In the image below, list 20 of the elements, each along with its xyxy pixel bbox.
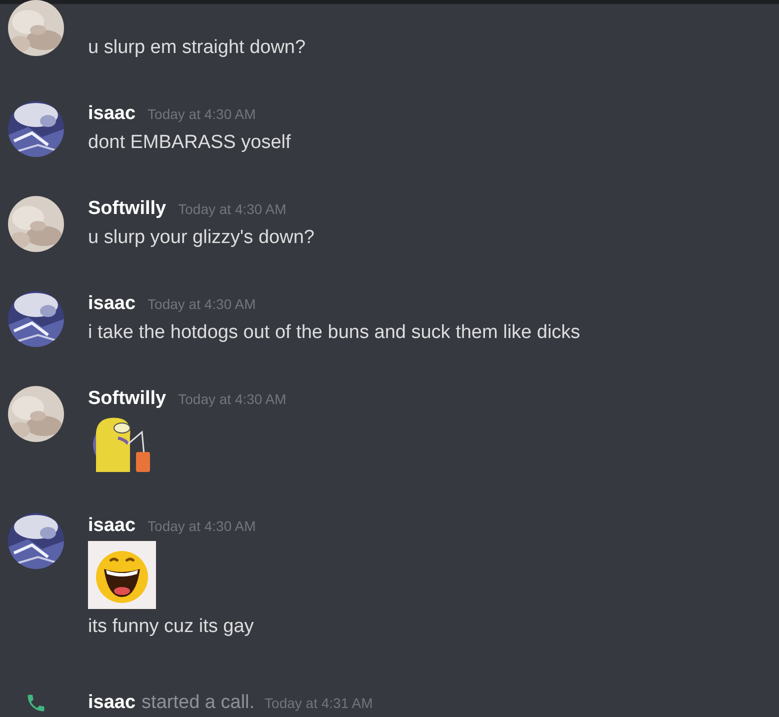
message-text: u slurp em straight down? xyxy=(88,36,306,60)
timestamp: Today at 4:30 AM xyxy=(178,390,286,409)
timestamp: Today at 4:30 AM xyxy=(148,295,256,314)
username[interactable]: isaac xyxy=(88,291,136,317)
message-text: i take the hotdogs out of the buns and suck them like dicks xyxy=(88,321,580,345)
laughing-emoji-icon xyxy=(88,541,156,609)
timestamp: Today at 4:31 AM xyxy=(264,695,373,711)
message-text: u slurp your glizzy's down? xyxy=(88,226,314,250)
username[interactable]: isaac xyxy=(88,101,136,127)
timestamp: Today at 4:30 AM xyxy=(148,517,256,536)
timestamp: Today at 4:30 AM xyxy=(178,200,286,219)
message-text: dont EMBARASS yoself xyxy=(88,131,291,155)
username[interactable]: Softwilly xyxy=(88,386,166,412)
username[interactable]: isaac xyxy=(88,692,136,714)
phone-icon xyxy=(25,692,47,714)
message-text: its funny cuz its gay xyxy=(88,615,254,639)
username[interactable]: Softwilly xyxy=(88,196,166,222)
timestamp: Today at 4:30 AM xyxy=(148,105,256,124)
username[interactable]: isaac xyxy=(88,513,136,539)
call-notice: started a call. xyxy=(142,692,255,714)
